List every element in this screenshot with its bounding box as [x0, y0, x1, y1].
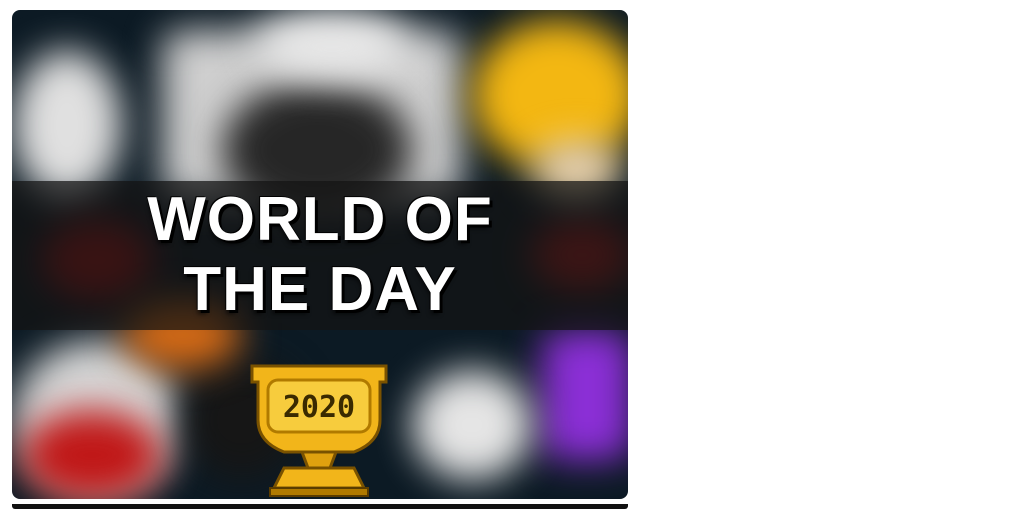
card-underline — [12, 504, 628, 509]
world-of-the-day-card[interactable]: WORLD OF THE DAY 2020 — [12, 10, 628, 499]
title-line-2: THE DAY — [183, 255, 457, 324]
title-line-1: WORLD OF — [147, 185, 493, 254]
bg-shape — [12, 50, 122, 200]
trophy-year: 2020 — [283, 390, 355, 425]
bg-shape — [252, 10, 412, 80]
bg-shape — [542, 330, 628, 460]
bg-shape — [22, 410, 162, 499]
trophy-icon: 2020 — [250, 364, 388, 497]
card-title: WORLD OF THE DAY — [12, 185, 628, 325]
bg-shape — [412, 370, 532, 480]
